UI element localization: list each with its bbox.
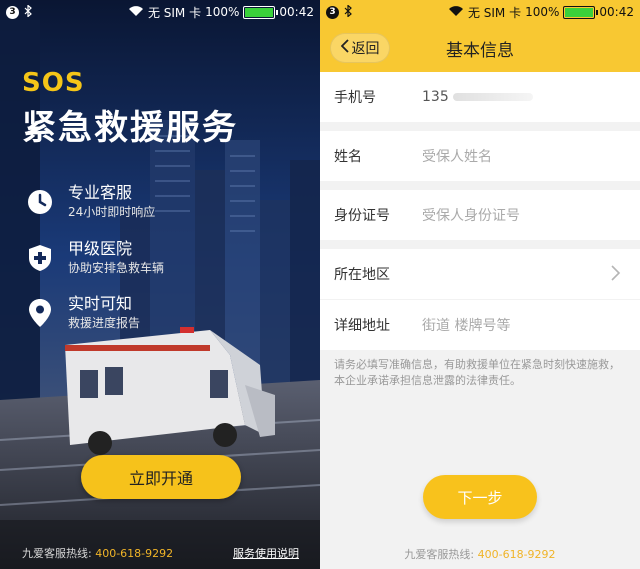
hospital-cross-icon bbox=[26, 244, 54, 272]
battery-icon bbox=[243, 5, 279, 19]
feature-item: 专业客服 24小时即时响应 bbox=[26, 183, 155, 221]
bluetooth-icon bbox=[24, 3, 33, 20]
notice-text: 请务必填写准确信息，有助救援单位在紧急时刻快速施救，本企业承诺承担信息泄露的法律… bbox=[334, 358, 620, 387]
phone-label: 手机号 bbox=[334, 90, 376, 106]
name-field[interactable]: 姓名 受保人姓名 bbox=[320, 131, 640, 181]
feature-subtitle: 24小时即时响应 bbox=[68, 205, 156, 219]
hotline-label: 九爱客服热线: bbox=[22, 547, 96, 560]
phone-field[interactable]: 手机号 135 bbox=[320, 72, 640, 122]
id-number-label: 身份证号 bbox=[334, 208, 390, 224]
hotline-text: 九爱客服热线: 400-618-9292 bbox=[22, 545, 173, 561]
sos-label: SOS bbox=[22, 68, 85, 98]
feature-title: 实时可知 bbox=[68, 294, 133, 313]
region-selector[interactable]: 所在地区 bbox=[320, 249, 640, 299]
notification-badge: 3 bbox=[6, 5, 19, 19]
left-screen: 3 无 SIM 卡 100% 00:42 SOS 紧急救援服务 专业客服 24小… bbox=[0, 0, 320, 569]
next-button[interactable]: 下一步 bbox=[423, 475, 537, 519]
page-title: 基本信息 bbox=[446, 41, 514, 61]
bluetooth-icon bbox=[344, 3, 353, 20]
status-bar: 3 无 SIM 卡 100% 00:42 bbox=[0, 0, 320, 24]
feature-subtitle: 协助安排急救车辆 bbox=[68, 261, 165, 275]
battery-percent: 100% bbox=[205, 5, 240, 19]
right-screen: 3 无 SIM 卡 100% 00:42 返回 基本信息 手机号 135 姓名 … bbox=[320, 0, 640, 569]
hotline-number[interactable]: 400-618-9292 bbox=[478, 548, 556, 561]
phone-value: 135 bbox=[422, 89, 533, 105]
service-guide-link[interactable]: 服务使用说明 bbox=[233, 545, 299, 561]
wifi-icon bbox=[128, 5, 144, 20]
sim-status: 无 SIM 卡 bbox=[147, 5, 202, 20]
open-now-button[interactable]: 立即开通 bbox=[81, 455, 241, 499]
hotline-text: 九爱客服热线: 400-618-9292 bbox=[320, 546, 640, 562]
id-number-field[interactable]: 身份证号 受保人身份证号 bbox=[320, 190, 640, 240]
hotline-label: 九爱客服热线: bbox=[404, 548, 478, 561]
id-number-input[interactable]: 受保人身份证号 bbox=[422, 205, 520, 225]
wifi-icon bbox=[448, 5, 464, 20]
battery-percent: 100% bbox=[525, 5, 560, 19]
location-pin-icon bbox=[26, 299, 54, 327]
feature-item: 甲级医院 协助安排急救车辆 bbox=[26, 239, 164, 277]
address-field[interactable]: 详细地址 街道 楼牌号等 bbox=[320, 300, 640, 350]
feature-title: 专业客服 bbox=[68, 183, 133, 202]
battery-icon bbox=[563, 5, 599, 19]
ambulance-image bbox=[65, 327, 275, 455]
address-input[interactable]: 街道 楼牌号等 bbox=[422, 315, 510, 335]
name-input[interactable]: 受保人姓名 bbox=[422, 146, 492, 166]
chevron-right-icon bbox=[610, 263, 622, 283]
page-title: 紧急救援服务 bbox=[22, 108, 238, 148]
clock-time: 00:42 bbox=[599, 5, 634, 19]
sim-status: 无 SIM 卡 bbox=[467, 5, 522, 20]
status-bar: 3 无 SIM 卡 100% 00:42 bbox=[320, 0, 640, 24]
hotline-number[interactable]: 400-618-9292 bbox=[95, 547, 173, 560]
feature-title: 甲级医院 bbox=[68, 239, 133, 258]
clock-time: 00:42 bbox=[279, 5, 314, 19]
name-label: 姓名 bbox=[334, 149, 362, 165]
address-label: 详细地址 bbox=[334, 318, 390, 334]
notification-badge: 3 bbox=[326, 5, 339, 19]
clock-icon bbox=[26, 188, 54, 216]
region-label: 所在地区 bbox=[334, 267, 390, 283]
